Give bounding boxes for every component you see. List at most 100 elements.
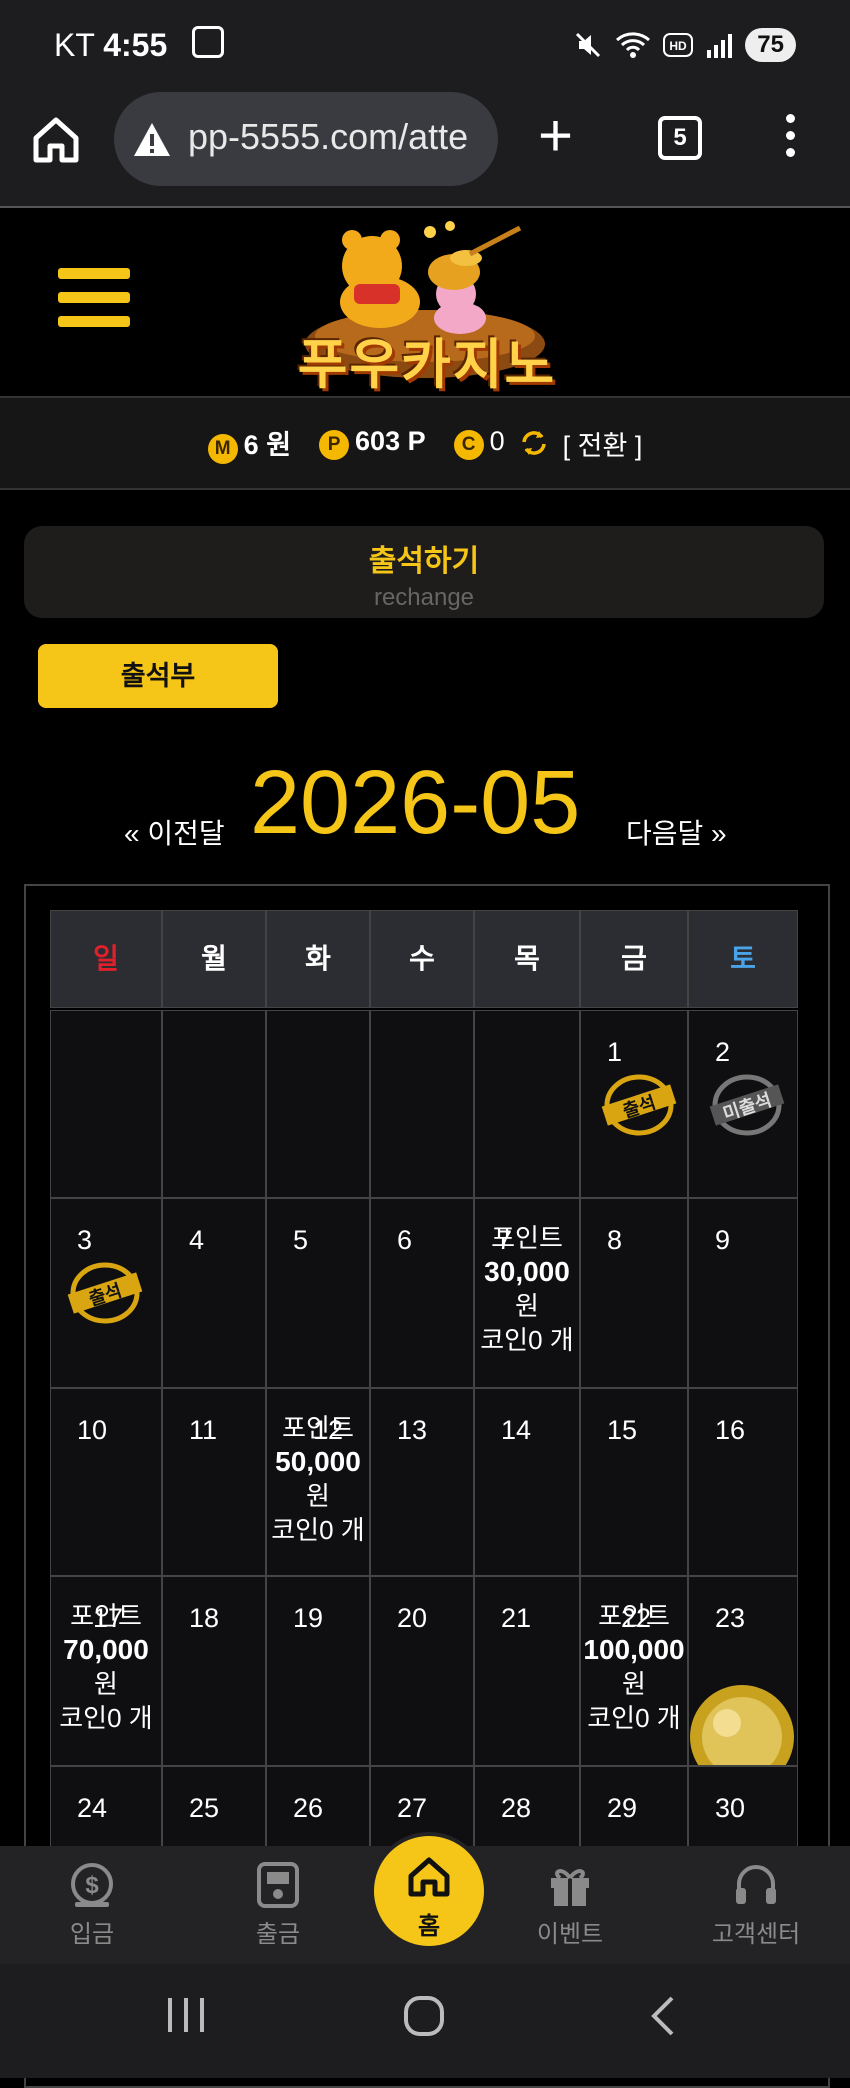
calendar-day-14[interactable]: 14 bbox=[474, 1388, 580, 1576]
weekday-sat: 토 bbox=[688, 910, 798, 1008]
url-text[interactable]: pp-5555.com/atte bbox=[188, 116, 488, 158]
reward-coin: 코인0 개 bbox=[59, 1703, 153, 1733]
calendar-day-16[interactable]: 16 bbox=[688, 1388, 798, 1576]
nav-support-label: 고객센터 bbox=[711, 1921, 801, 1948]
system-navigation-bar bbox=[0, 1964, 850, 2078]
calendar-day-19[interactable]: 19 bbox=[266, 1576, 370, 1766]
battery-level: 75 bbox=[745, 28, 796, 62]
calendar-day-18[interactable]: 18 bbox=[162, 1576, 266, 1766]
day-number: 14 bbox=[501, 1415, 532, 1445]
attendance-subtitle: rechange bbox=[373, 584, 475, 611]
day-number: 6 bbox=[397, 1225, 413, 1255]
mute-icon bbox=[576, 32, 601, 58]
more-menu-icon[interactable] bbox=[786, 114, 796, 165]
day-number: 30 bbox=[715, 1793, 746, 1823]
browser-home-icon[interactable] bbox=[30, 114, 82, 166]
calendar-day-3[interactable]: 3 출석 bbox=[50, 1198, 162, 1388]
calendar-day-8[interactable]: 8 bbox=[580, 1198, 688, 1388]
screenshot-icon bbox=[192, 26, 225, 58]
calendar-day-22[interactable]: 22 포인트 100,000 원 코인0 개 bbox=[580, 1576, 688, 1766]
not-attended-stamp: 미출석 bbox=[707, 1073, 787, 1137]
status-right: HD 75 bbox=[573, 28, 796, 62]
site-header: 푸우카지노 bbox=[0, 208, 850, 398]
day-number: 8 bbox=[607, 1225, 623, 1255]
reward-unit: 원 bbox=[622, 1669, 646, 1699]
weekday-mon: 월 bbox=[162, 910, 266, 1008]
nav-deposit[interactable]: $ 입금 bbox=[22, 1860, 162, 1949]
day-number: 2 bbox=[715, 1037, 731, 1067]
menu-icon[interactable] bbox=[58, 268, 130, 340]
calendar-day-2[interactable]: 2 미출석 bbox=[688, 1010, 798, 1198]
back-icon[interactable] bbox=[648, 1994, 678, 2038]
next-month-link[interactable]: 다음달 » bbox=[626, 812, 727, 852]
floating-banner-image[interactable] bbox=[688, 1667, 797, 1766]
switch-button[interactable]: [ 전환 ] bbox=[563, 424, 643, 463]
calendar-day-11[interactable]: 11 bbox=[162, 1388, 266, 1576]
weekday-sun: 일 bbox=[50, 910, 162, 1008]
coin-icon: C bbox=[453, 430, 484, 460]
calendar-day-20[interactable]: 20 bbox=[370, 1576, 474, 1766]
atm-icon bbox=[257, 1862, 299, 1908]
calendar-day-7[interactable]: 7 포인트 30,000 원 코인0 개 bbox=[474, 1198, 580, 1388]
status-left: KT 4:55 bbox=[54, 26, 225, 64]
new-tab-button[interactable]: + bbox=[538, 106, 573, 166]
money-value: 6 bbox=[243, 429, 259, 460]
calendar-day-13[interactable]: 13 bbox=[370, 1388, 474, 1576]
signal-icon bbox=[707, 34, 733, 58]
nav-event[interactable]: 이벤트 bbox=[500, 1860, 640, 1949]
nav-event-label: 이벤트 bbox=[536, 1921, 604, 1948]
nav-home-button[interactable]: 홈 bbox=[370, 1832, 488, 1950]
day-number: 27 bbox=[397, 1793, 428, 1823]
calendar-cell-empty bbox=[474, 1010, 580, 1198]
recent-apps-icon[interactable] bbox=[166, 1994, 206, 2038]
browser-toolbar: pp-5555.com/atte + 5 bbox=[0, 92, 850, 208]
calendar-day-5[interactable]: 5 bbox=[266, 1198, 370, 1388]
calendar-day-23[interactable]: 23 bbox=[688, 1576, 798, 1766]
point-unit: P bbox=[407, 426, 426, 456]
day-number: 10 bbox=[77, 1415, 108, 1445]
day-number: 11 bbox=[189, 1415, 218, 1445]
day-number: 3 bbox=[77, 1225, 93, 1255]
nav-home-label: 홈 bbox=[417, 1913, 441, 1940]
calendar-cell-empty bbox=[50, 1010, 162, 1198]
svg-text:HD: HD bbox=[670, 39, 688, 53]
address-bar[interactable]: pp-5555.com/atte bbox=[114, 92, 498, 186]
tab-switcher-button[interactable]: 5 bbox=[658, 116, 702, 160]
attendance-panel: 출석하기 rechange bbox=[24, 526, 824, 618]
nav-support[interactable]: 고객센터 bbox=[686, 1860, 826, 1949]
calendar-day-6[interactable]: 6 bbox=[370, 1198, 474, 1388]
reward-amount: 70,000 bbox=[63, 1634, 149, 1665]
calendar-day-17[interactable]: 17 포인트 70,000 원 코인0 개 bbox=[50, 1576, 162, 1766]
headset-icon bbox=[736, 1865, 776, 1904]
day-number: 20 bbox=[397, 1603, 428, 1633]
calendar-day-12[interactable]: 12 포인트 50,000 원 코인0 개 bbox=[266, 1388, 370, 1576]
weekday-wed: 수 bbox=[370, 910, 474, 1008]
refresh-icon[interactable] bbox=[519, 428, 549, 458]
calendar-day-21[interactable]: 21 bbox=[474, 1576, 580, 1766]
home-system-icon[interactable] bbox=[402, 1994, 446, 2038]
calendar-day-10[interactable]: 10 bbox=[50, 1388, 162, 1576]
reward-unit: 원 bbox=[306, 1481, 330, 1511]
gift-icon bbox=[551, 1869, 589, 1906]
calendar-day-9[interactable]: 9 bbox=[688, 1198, 798, 1388]
day-number: 28 bbox=[501, 1793, 532, 1823]
attendance-book-button[interactable]: 출석부 bbox=[38, 644, 278, 708]
warning-icon[interactable] bbox=[132, 120, 172, 160]
reward-label: 포인트 bbox=[282, 1413, 354, 1443]
day-number: 21 bbox=[501, 1603, 532, 1633]
reward-coin: 코인0 개 bbox=[480, 1325, 574, 1355]
money-unit: 원 bbox=[266, 429, 292, 460]
point-balance: P 603 P bbox=[319, 426, 426, 460]
calendar-day-1[interactable]: 1 출석 bbox=[580, 1010, 688, 1198]
calendar-day-15[interactable]: 15 bbox=[580, 1388, 688, 1576]
calendar-day-4[interactable]: 4 bbox=[162, 1198, 266, 1388]
nav-withdraw-label: 출금 bbox=[255, 1921, 301, 1948]
weekday-thu: 목 bbox=[474, 910, 580, 1008]
nav-withdraw[interactable]: 출금 bbox=[208, 1860, 348, 1949]
reward-coin: 코인0 개 bbox=[587, 1703, 681, 1733]
calendar-cell-empty bbox=[370, 1010, 474, 1198]
attendance-title: 출석하기 bbox=[368, 545, 480, 578]
prev-month-link[interactable]: « 이전달 bbox=[124, 812, 225, 852]
reward-event: 포인트 100,000 원 코인0 개 bbox=[581, 1599, 687, 1735]
calendar-cell-empty bbox=[162, 1010, 266, 1198]
